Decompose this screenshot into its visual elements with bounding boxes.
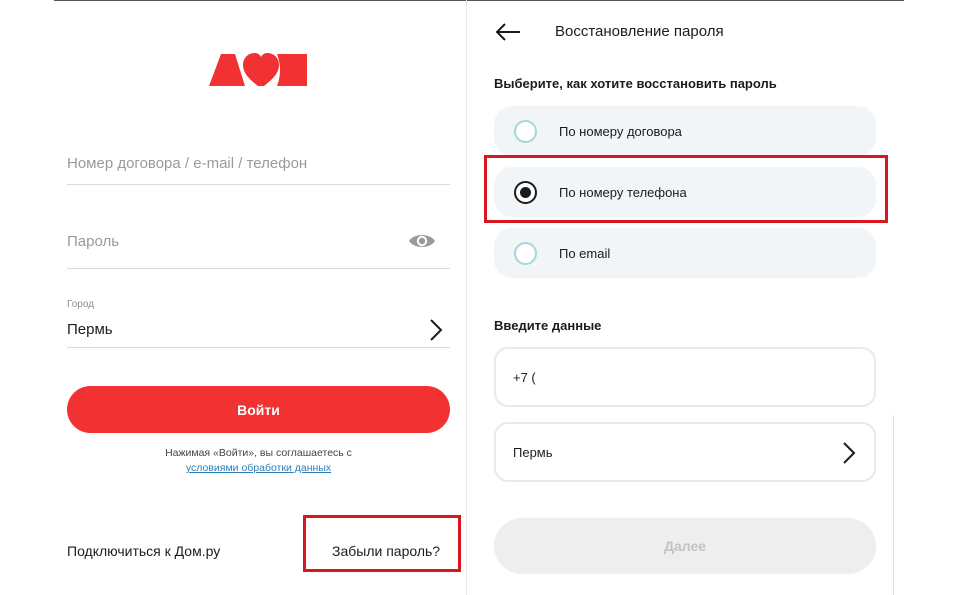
city-field-value: Пермь bbox=[513, 445, 553, 460]
logo-square bbox=[277, 54, 307, 86]
right-edge-line bbox=[893, 415, 894, 595]
enter-data-label: Введите данные bbox=[494, 318, 602, 333]
login-input-underline bbox=[67, 184, 450, 185]
password-underline bbox=[67, 268, 450, 269]
back-arrow-icon[interactable] bbox=[495, 22, 521, 42]
top-divider bbox=[54, 0, 904, 1]
next-button[interactable]: Далее bbox=[494, 518, 876, 574]
city-field[interactable]: Пермь bbox=[494, 422, 876, 482]
terms-link[interactable]: условиями обработки данных bbox=[67, 462, 450, 474]
radio-contract[interactable] bbox=[514, 120, 537, 143]
login-button[interactable]: Войти bbox=[67, 386, 450, 433]
option-contract-label: По номеру договора bbox=[559, 124, 682, 139]
option-contract[interactable]: По номеру договора bbox=[494, 106, 876, 156]
connect-link[interactable]: Подключиться к Дом.ру bbox=[67, 543, 220, 559]
eye-icon[interactable] bbox=[407, 230, 437, 252]
phone-field[interactable]: +7 ( bbox=[494, 347, 876, 407]
city-underline bbox=[67, 347, 450, 348]
login-input[interactable]: Номер договора / e-mail / телефон bbox=[67, 155, 307, 172]
password-input[interactable]: Пароль bbox=[67, 233, 119, 250]
agreement-text: Нажимая «Войти», вы соглашаетесь с bbox=[165, 447, 352, 459]
logo-trapezoid bbox=[209, 54, 245, 86]
highlight-box-phone bbox=[484, 155, 888, 223]
panel-divider bbox=[466, 0, 467, 595]
city-label: Город bbox=[67, 299, 95, 310]
chevron-right-icon[interactable] bbox=[841, 441, 857, 465]
radio-email[interactable] bbox=[514, 242, 537, 265]
page-title: Восстановление пароля bbox=[555, 23, 724, 40]
option-email-label: По email bbox=[559, 246, 611, 261]
phone-input[interactable]: +7 ( bbox=[513, 370, 813, 385]
brand-logo bbox=[209, 53, 307, 86]
logo-heart bbox=[243, 53, 279, 86]
choose-method-label: Выберите, как хотите восстановить пароль bbox=[494, 76, 777, 91]
highlight-box-forgot bbox=[303, 515, 461, 572]
city-select[interactable]: Пермь bbox=[67, 321, 113, 338]
chevron-right-icon[interactable] bbox=[428, 318, 444, 342]
option-email[interactable]: По email bbox=[494, 228, 876, 278]
